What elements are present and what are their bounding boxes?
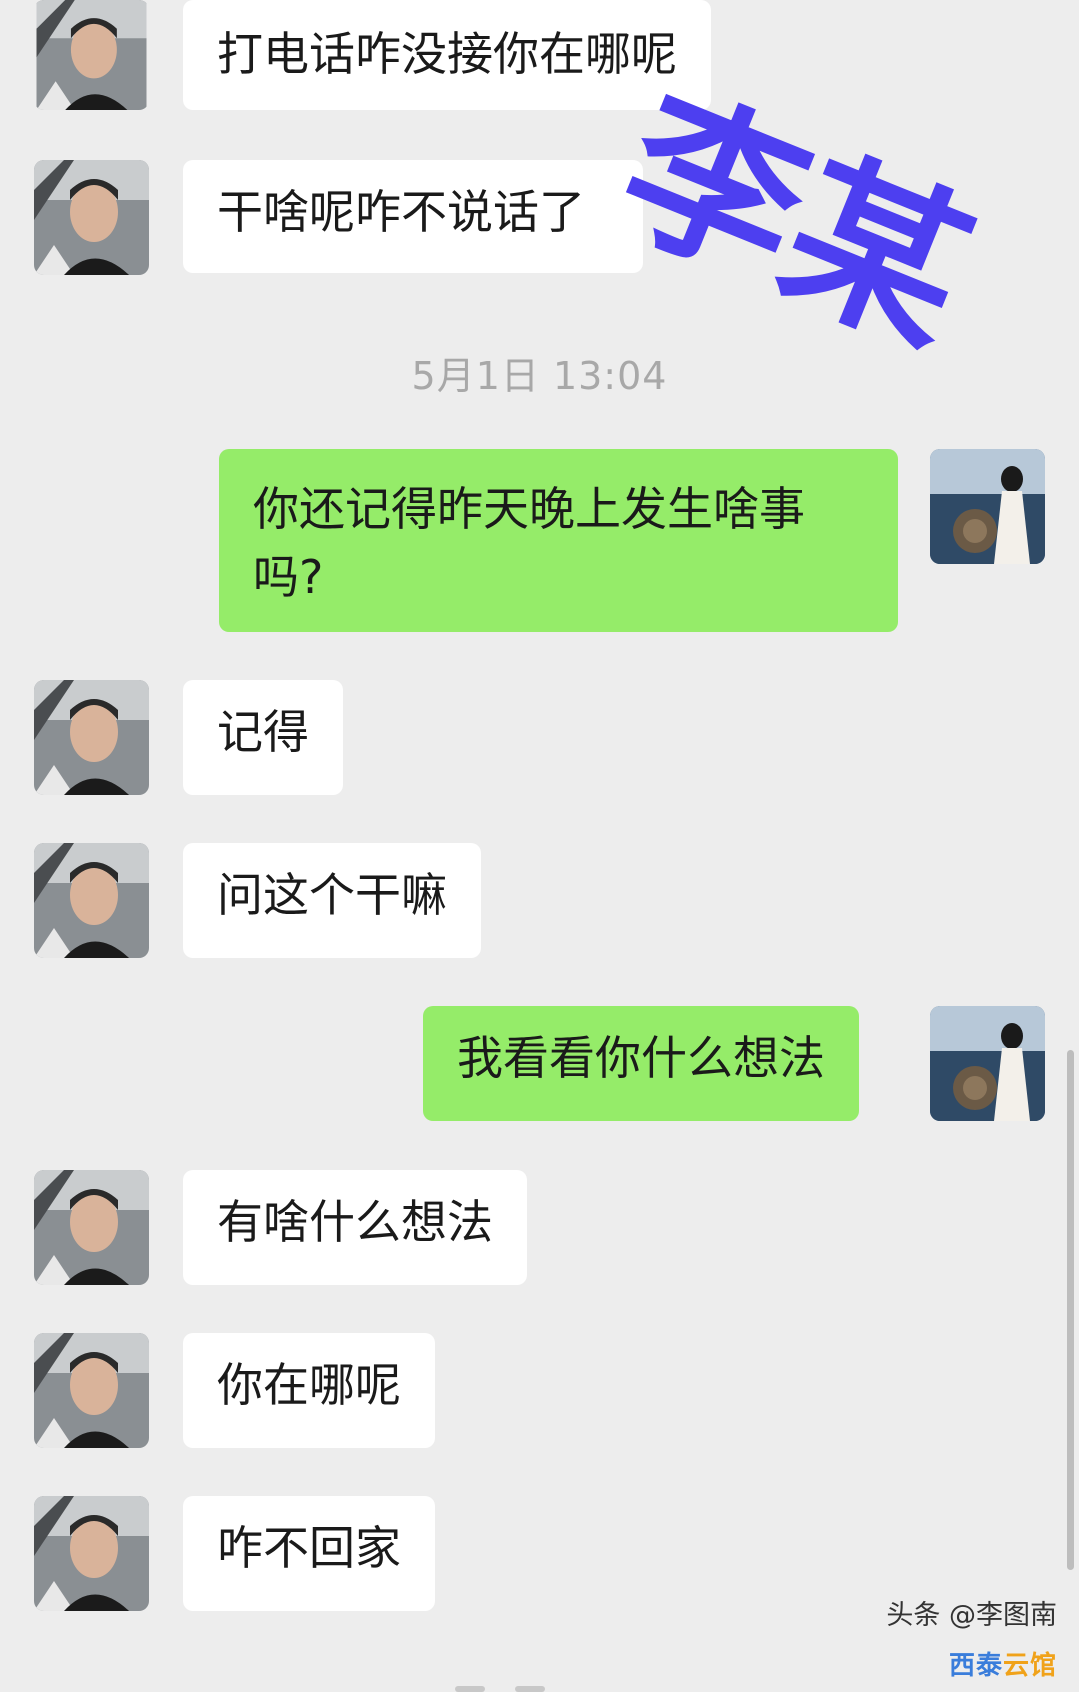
man-avatar-icon: [34, 160, 149, 275]
watermark-logo-part-a: 西泰: [948, 1651, 1003, 1681]
message-text: 咋不回家: [217, 1521, 401, 1575]
contact-avatar[interactable]: [34, 843, 149, 958]
woman-avatar-icon: [930, 1006, 1045, 1121]
message-bubble-outgoing[interactable]: 我看看你什么想法: [423, 1006, 859, 1121]
message-text: 记得: [217, 705, 309, 759]
message-text: 你还记得昨天晚上发生啥事吗?: [253, 482, 805, 604]
message-text: 有啥什么想法: [217, 1195, 493, 1249]
contact-avatar[interactable]: [34, 1496, 149, 1611]
message-text: 干啥呢咋不说话了: [217, 185, 585, 239]
scrollbar[interactable]: [1067, 1050, 1074, 1570]
contact-avatar[interactable]: [34, 0, 149, 110]
message-text: 我看看你什么想法: [457, 1031, 825, 1085]
watermark-logo-part-b: 云馆: [1002, 1651, 1057, 1681]
message-bubble-incoming[interactable]: 咋不回家: [183, 1496, 435, 1611]
watermark-source: 头条 @李图南: [886, 1600, 1057, 1631]
message-bubble-incoming[interactable]: 问这个干嘛: [183, 843, 481, 958]
man-avatar-icon: [34, 843, 149, 958]
contact-avatar[interactable]: [34, 160, 149, 275]
contact-avatar[interactable]: [34, 680, 149, 795]
message-bubble-incoming[interactable]: 有啥什么想法: [183, 1170, 527, 1285]
message-text: 问这个干嘛: [217, 868, 447, 922]
man-avatar-icon: [34, 1170, 149, 1285]
home-indicator: [455, 1686, 485, 1692]
message-bubble-incoming[interactable]: 记得: [183, 680, 343, 795]
woman-avatar-icon: [930, 449, 1045, 564]
contact-avatar[interactable]: [34, 1170, 149, 1285]
self-avatar[interactable]: [930, 1006, 1045, 1121]
home-indicator: [515, 1686, 545, 1692]
message-bubble-outgoing[interactable]: 你还记得昨天晚上发生啥事吗?: [219, 449, 898, 632]
message-text: 你在哪呢: [217, 1358, 401, 1412]
message-text: 打电话咋没接你在哪呢: [217, 27, 677, 81]
man-avatar-icon: [34, 680, 149, 795]
overlay-stamp-text: 李某: [594, 62, 996, 383]
chat-screen: 打电话咋没接你在哪呢 干啥呢咋不说话了 5月1日 13:04 你还记得昨天晚上发…: [0, 0, 1079, 1692]
message-bubble-incoming[interactable]: 你在哪呢: [183, 1333, 435, 1448]
self-avatar[interactable]: [930, 449, 1045, 564]
message-timestamp: 5月1日 13:04: [411, 354, 668, 398]
man-avatar-icon: [34, 1496, 149, 1611]
man-avatar-icon: [36, 0, 147, 110]
message-bubble-incoming[interactable]: 干啥呢咋不说话了: [183, 160, 643, 273]
contact-avatar[interactable]: [34, 1333, 149, 1448]
watermark-logo: 西泰云馆: [949, 1645, 1057, 1682]
message-bubble-incoming[interactable]: 打电话咋没接你在哪呢: [183, 0, 711, 110]
man-avatar-icon: [34, 1333, 149, 1448]
